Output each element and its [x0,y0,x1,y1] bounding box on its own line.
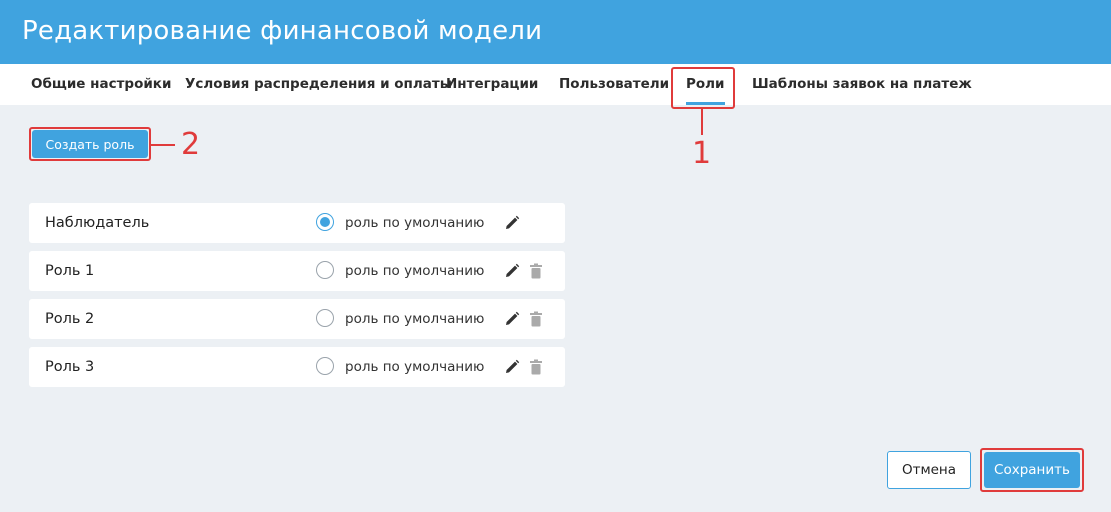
tab-general-settings[interactable]: Общие настройки [31,64,171,105]
default-role-radio[interactable] [316,261,334,279]
role-name: Роль 3 [45,359,95,375]
pencil-icon[interactable] [504,311,520,327]
role-name: Роль 2 [45,311,95,327]
default-role-radio[interactable] [316,357,334,375]
save-button[interactable]: Сохранить [984,452,1080,488]
tab-integrations[interactable]: Интеграции [446,64,538,105]
create-role-button[interactable]: Создать роль [32,130,148,158]
page-header: Редактирование финансовой модели [0,0,1111,64]
tab-bar: Общие настройки Условия распределения и … [0,64,1111,105]
trash-icon[interactable] [528,311,544,327]
trash-icon[interactable] [528,263,544,279]
default-role-radio[interactable] [316,213,334,231]
role-row-role-1: Роль 1 роль по умолчанию [29,251,565,291]
pencil-icon[interactable] [504,215,520,231]
annotation-box-roles-tab [671,67,735,109]
annotation-number-1: 1 [692,136,712,171]
role-row-role-3: Роль 3 роль по умолчанию [29,347,565,387]
tab-payment-templates[interactable]: Шаблоны заявок на платеж [752,64,972,105]
default-role-radio[interactable] [316,309,334,327]
annotation-line-1 [701,109,703,135]
default-role-label: роль по умолчанию [345,215,485,231]
default-role-label: роль по умолчанию [345,263,485,279]
tab-users[interactable]: Пользователи [559,64,669,105]
cancel-button[interactable]: Отмена [887,451,971,489]
role-name: Роль 1 [45,263,95,279]
page-title: Редактирование финансовой модели [22,16,543,46]
annotation-number-2: 2 [181,127,201,162]
pencil-icon[interactable] [504,359,520,375]
tab-distribution-payment[interactable]: Условия распределения и оплаты [185,64,452,105]
default-role-label: роль по умолчанию [345,311,485,327]
trash-icon[interactable] [528,359,544,375]
pencil-icon[interactable] [504,263,520,279]
role-name: Наблюдатель [45,215,150,231]
role-row-observer: Наблюдатель роль по умолчанию [29,203,565,243]
default-role-label: роль по умолчанию [345,359,485,375]
role-row-role-2: Роль 2 роль по умолчанию [29,299,565,339]
annotation-line-2 [151,144,175,146]
